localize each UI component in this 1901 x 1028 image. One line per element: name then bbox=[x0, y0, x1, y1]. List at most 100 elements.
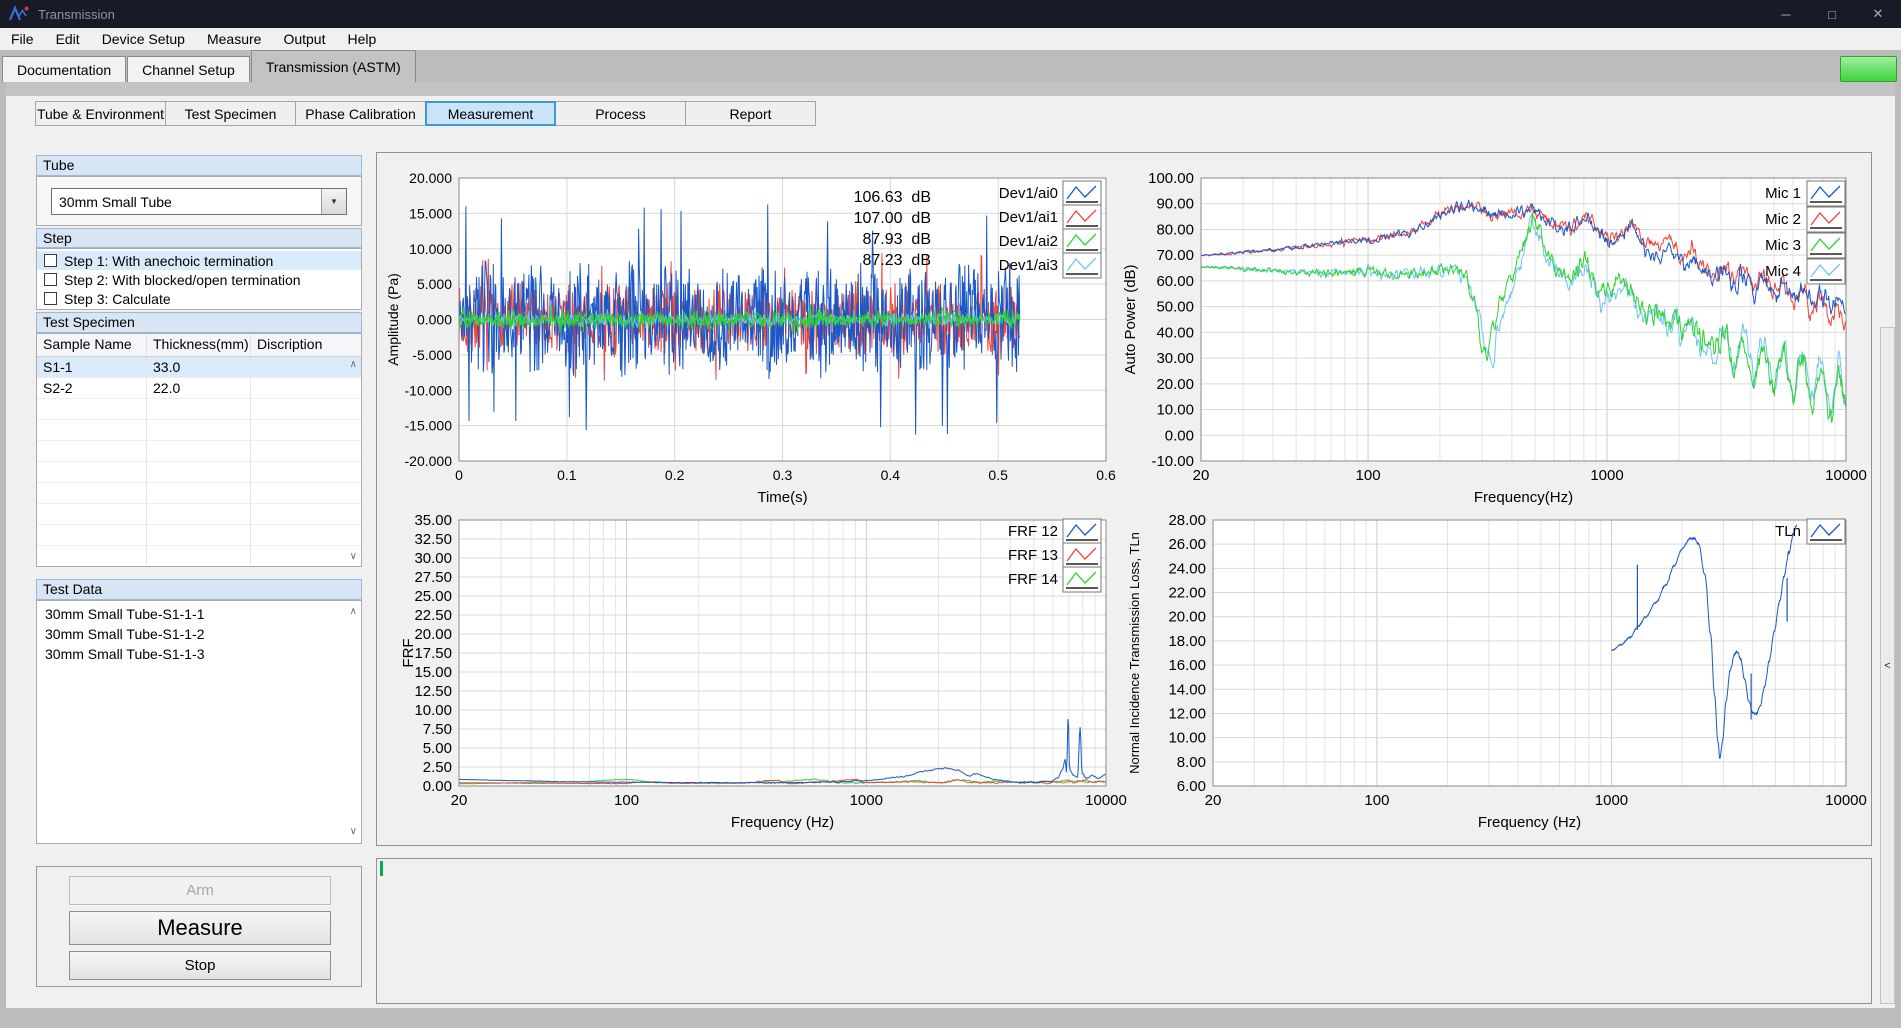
svg-text:14.00: 14.00 bbox=[1168, 681, 1206, 698]
subtab-measurement[interactable]: Measurement bbox=[425, 101, 556, 126]
svg-text:FRF: FRF bbox=[400, 638, 417, 667]
menu-item-device-setup[interactable]: Device Setup bbox=[91, 28, 196, 50]
table-cell bbox=[37, 546, 147, 566]
svg-text:35.00: 35.00 bbox=[414, 513, 452, 529]
subtab-report[interactable]: Report bbox=[685, 101, 816, 126]
test-specimen-table: ∧ ∨ Sample NameThickness(mm)DiscriptionS… bbox=[36, 333, 362, 567]
main-tab-strip: DocumentationChannel SetupTransmission (… bbox=[2, 50, 1842, 82]
menu-item-file[interactable]: File bbox=[0, 28, 45, 50]
arm-button[interactable]: Arm bbox=[69, 876, 331, 905]
tube-select[interactable]: 30mm Small Tube bbox=[51, 188, 347, 215]
subtab-strip: Tube & EnvironmentTest SpecimenPhase Cal… bbox=[36, 101, 816, 126]
svg-text:100: 100 bbox=[1356, 467, 1381, 484]
svg-text:12.00: 12.00 bbox=[1168, 705, 1206, 722]
chart-tln: 28.0026.0024.0022.0020.0018.0016.0014.00… bbox=[1123, 513, 1871, 848]
table-cell: 33.0 bbox=[147, 357, 251, 377]
collapse-handle[interactable]: < bbox=[1880, 327, 1895, 1004]
status-indicator bbox=[1840, 56, 1897, 82]
svg-text:FRF 12: FRF 12 bbox=[1008, 523, 1058, 540]
table-cell bbox=[37, 441, 147, 461]
svg-text:22.00: 22.00 bbox=[1168, 585, 1206, 602]
tab-channel-setup[interactable]: Channel Setup bbox=[127, 56, 250, 82]
step-label: Step 1: With anechoic termination bbox=[64, 253, 273, 269]
table-row[interactable]: S1-133.0 bbox=[37, 357, 361, 378]
svg-text:28.00: 28.00 bbox=[1168, 513, 1206, 529]
table-row-empty bbox=[37, 546, 361, 567]
svg-text:18.00: 18.00 bbox=[1168, 633, 1206, 650]
table-row[interactable]: S2-222.0 bbox=[37, 378, 361, 399]
svg-text:20: 20 bbox=[1193, 467, 1210, 484]
svg-text:10.00: 10.00 bbox=[414, 702, 452, 719]
chevron-left-icon: < bbox=[1884, 660, 1890, 672]
subtab-test-specimen[interactable]: Test Specimen bbox=[165, 101, 296, 126]
column-header[interactable]: Thickness(mm) bbox=[147, 334, 251, 356]
table-cell bbox=[147, 525, 251, 545]
scroll-down-icon[interactable]: ∨ bbox=[350, 552, 357, 562]
menu-item-edit[interactable]: Edit bbox=[45, 28, 91, 50]
svg-text:20.000: 20.000 bbox=[409, 170, 452, 186]
step-item[interactable]: Step 3: Calculate bbox=[37, 289, 361, 308]
svg-text:1000: 1000 bbox=[850, 792, 883, 809]
svg-text:87.93 dB: 87.93 dB bbox=[863, 231, 932, 248]
checkbox-icon[interactable] bbox=[44, 254, 57, 267]
table-cell bbox=[251, 504, 361, 524]
scroll-down-icon[interactable]: ∨ bbox=[350, 827, 357, 837]
table-row-empty bbox=[37, 420, 361, 441]
close-button[interactable]: ✕ bbox=[1855, 0, 1901, 28]
checkbox-icon[interactable] bbox=[44, 292, 57, 305]
test-data-section-header: Test Data bbox=[36, 579, 362, 600]
step-list: Step 1: With anechoic terminationStep 2:… bbox=[36, 248, 362, 310]
table-cell bbox=[251, 525, 361, 545]
chart-time_waveform: 20.00015.00010.0005.0000.000-5.000-10.00… bbox=[381, 157, 1131, 514]
scroll-up-icon[interactable]: ∧ bbox=[350, 607, 357, 617]
table-row-empty bbox=[37, 462, 361, 483]
menu-item-help[interactable]: Help bbox=[336, 28, 387, 50]
list-item[interactable]: 30mm Small Tube-S1-1-1 bbox=[37, 604, 361, 624]
svg-text:107.00 dB: 107.00 dB bbox=[854, 210, 931, 227]
svg-text:10000: 10000 bbox=[1825, 467, 1867, 484]
dropdown-arrow-icon[interactable] bbox=[321, 189, 346, 214]
stop-button[interactable]: Stop bbox=[69, 951, 331, 980]
table-cell bbox=[147, 546, 251, 566]
step-label: Step 3: Calculate bbox=[64, 291, 171, 307]
svg-text:5.000: 5.000 bbox=[417, 276, 452, 292]
column-header[interactable]: Sample Name bbox=[37, 334, 147, 356]
table-cell bbox=[147, 420, 251, 440]
subtab-phase-calibration[interactable]: Phase Calibration bbox=[295, 101, 426, 126]
menu-item-measure[interactable]: Measure bbox=[196, 28, 272, 50]
table-cell bbox=[251, 462, 361, 482]
svg-text:Frequency(Hz): Frequency(Hz) bbox=[1474, 489, 1573, 506]
table-cell bbox=[251, 483, 361, 503]
table-cell bbox=[147, 462, 251, 482]
column-header[interactable]: Discription bbox=[251, 334, 361, 356]
list-item[interactable]: 30mm Small Tube-S1-1-3 bbox=[37, 644, 361, 664]
table-cell bbox=[251, 420, 361, 440]
svg-text:16.00: 16.00 bbox=[1168, 657, 1206, 674]
step-item[interactable]: Step 1: With anechoic termination bbox=[37, 251, 361, 270]
message-panel bbox=[376, 858, 1872, 1004]
svg-text:2.50: 2.50 bbox=[423, 759, 452, 776]
checkbox-icon[interactable] bbox=[44, 273, 57, 286]
tab-documentation[interactable]: Documentation bbox=[2, 56, 126, 82]
table-cell bbox=[251, 378, 361, 398]
scroll-up-icon[interactable]: ∧ bbox=[350, 360, 357, 370]
step-item[interactable]: Step 2: With blocked/open termination bbox=[37, 270, 361, 289]
tab-page: Tube & EnvironmentTest SpecimenPhase Cal… bbox=[6, 82, 1895, 1008]
menu-item-output[interactable]: Output bbox=[272, 28, 336, 50]
svg-text:10.000: 10.000 bbox=[409, 241, 452, 257]
svg-text:FRF 13: FRF 13 bbox=[1008, 547, 1058, 564]
svg-text:27.50: 27.50 bbox=[414, 569, 452, 586]
minimize-button[interactable]: ─ bbox=[1763, 0, 1809, 28]
tab-transmission-astm-[interactable]: Transmission (ASTM) bbox=[251, 50, 416, 82]
svg-text:7.50: 7.50 bbox=[423, 721, 452, 738]
svg-text:20.00: 20.00 bbox=[1156, 376, 1194, 393]
subtab-process[interactable]: Process bbox=[555, 101, 686, 126]
svg-text:1000: 1000 bbox=[1595, 792, 1628, 809]
svg-text:20: 20 bbox=[1205, 792, 1222, 809]
svg-text:60.00: 60.00 bbox=[1156, 273, 1194, 290]
maximize-button[interactable]: □ bbox=[1809, 0, 1855, 28]
measure-button[interactable]: Measure bbox=[69, 911, 331, 945]
subtab-tube-environment[interactable]: Tube & Environment bbox=[35, 101, 166, 126]
list-item[interactable]: 30mm Small Tube-S1-1-2 bbox=[37, 624, 361, 644]
chart-auto_power: 100.0090.0080.0070.0060.0050.0040.0030.0… bbox=[1123, 157, 1871, 514]
